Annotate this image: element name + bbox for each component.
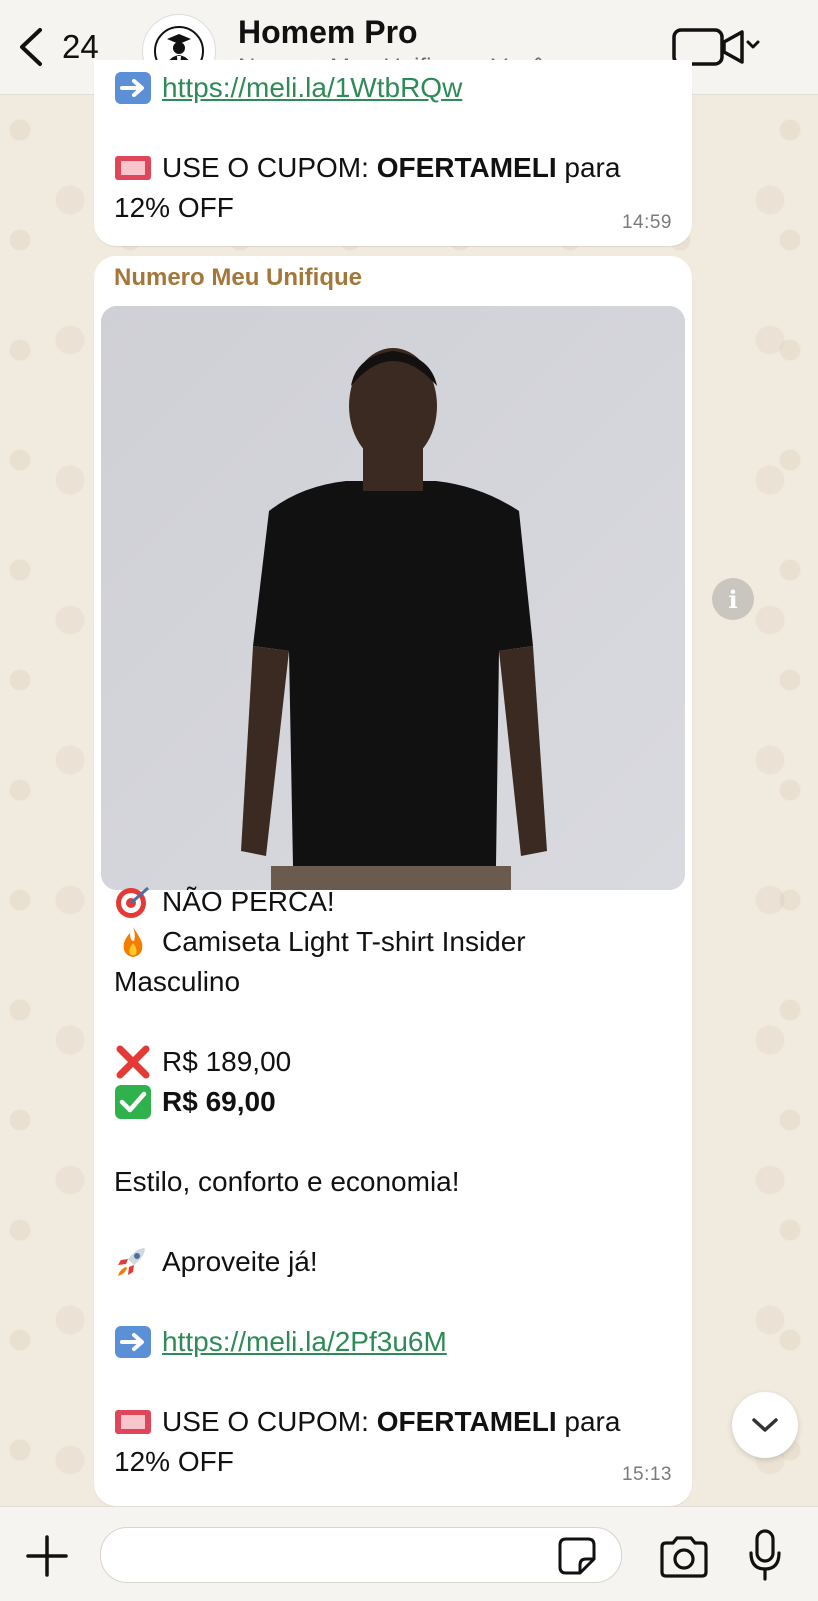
message-time: 14:59	[621, 212, 672, 233]
cta-text: Aproveite já!	[162, 1246, 318, 1277]
product-link[interactable]: https://meli.la/1WtbRQw	[162, 68, 462, 108]
microphone-button[interactable]	[748, 1529, 782, 1583]
coupon-code: OFERTAMELI	[376, 1406, 557, 1437]
arrow-right-icon	[114, 1325, 152, 1359]
rocket-icon	[114, 1245, 152, 1279]
info-button[interactable]: i	[712, 578, 754, 620]
info-icon: i	[728, 584, 738, 614]
coupon-discount: 12% OFF	[114, 1446, 234, 1477]
arrow-right-icon	[114, 71, 152, 105]
new-price: R$ 69,00	[162, 1086, 276, 1117]
product-image[interactable]	[101, 306, 685, 890]
cross-icon	[114, 1045, 152, 1079]
target-icon	[114, 885, 152, 919]
tagline: Estilo, conforto e economia!	[114, 1166, 460, 1197]
sender-name[interactable]: Numero Meu Unifique	[114, 264, 362, 292]
sticker-button[interactable]	[558, 1537, 596, 1575]
sticker-icon	[558, 1537, 596, 1575]
chevron-down-icon	[752, 1418, 778, 1432]
camera-button[interactable]	[658, 1535, 710, 1579]
plus-icon	[26, 1535, 68, 1577]
coupon-suffix: para	[556, 152, 621, 183]
camera-icon	[660, 1536, 708, 1578]
attach-button[interactable]	[24, 1533, 70, 1579]
scroll-to-bottom-button[interactable]	[732, 1392, 798, 1458]
chevron-left-icon	[20, 28, 42, 66]
ticket-icon	[114, 1405, 152, 1439]
coupon-prefix: USE O CUPOM:	[162, 152, 377, 183]
fire-icon	[114, 925, 152, 959]
coupon-discount: 12% OFF	[114, 192, 234, 223]
message-input[interactable]	[100, 1527, 622, 1583]
message-bubble[interactable]: https://meli.la/1WtbRQw USE O CUPOM: OFE…	[94, 60, 692, 246]
message-time: 15:13	[621, 1464, 672, 1485]
headline: NÃO PERCA!	[162, 886, 335, 917]
check-icon	[114, 1085, 152, 1119]
product-name-cont: Masculino	[114, 966, 241, 997]
chat-title[interactable]: Homem Pro	[238, 14, 418, 51]
composer-bar	[0, 1506, 818, 1601]
coupon-code: OFERTAMELI	[376, 152, 557, 183]
tshirt-model-photo	[101, 306, 685, 890]
old-price: R$ 189,00	[162, 1046, 292, 1077]
coupon-prefix: USE O CUPOM:	[162, 1406, 377, 1437]
microphone-icon	[749, 1529, 781, 1581]
ticket-icon	[114, 151, 152, 185]
product-link[interactable]: https://meli.la/2Pf3u6M	[162, 1322, 447, 1362]
product-name: Camiseta Light T-shirt Insider	[162, 926, 526, 957]
message-bubble[interactable]: Numero Meu Unifique NÃO PERCA! Camiseta …	[94, 256, 692, 1506]
coupon-suffix: para	[556, 1406, 621, 1437]
